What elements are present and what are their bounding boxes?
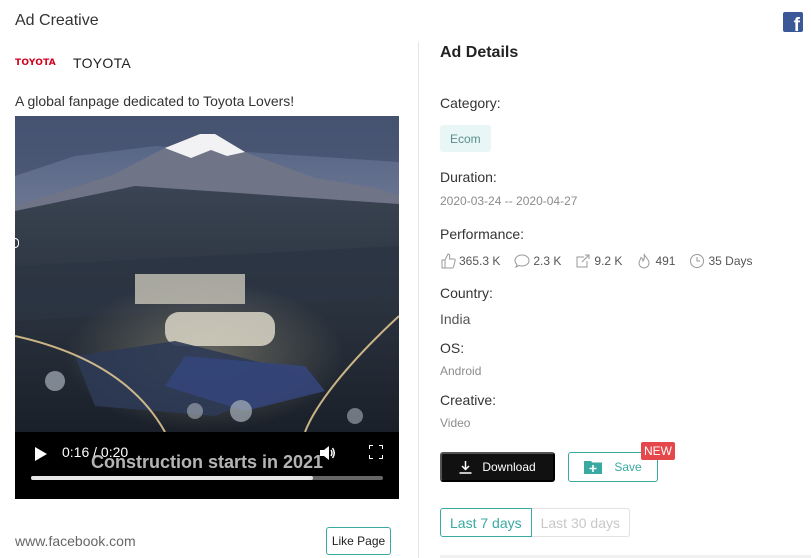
advertiser-row: TOYOTA TOYOTA: [15, 54, 131, 72]
creative-column: TOYOTA TOYOTA A global fanpage dedicated…: [0, 0, 418, 558]
download-label: Download: [482, 460, 536, 474]
thumbs-up-icon: [441, 253, 456, 269]
download-icon: [459, 460, 472, 474]
category-tag: Ecom: [440, 125, 491, 152]
creative-label: Creative:: [440, 392, 497, 408]
tab-last-30-days[interactable]: Last 30 days: [531, 508, 630, 537]
comments-stat: 2.3 K: [514, 253, 561, 269]
facebook-icon[interactable]: f: [783, 12, 803, 32]
clock-icon: [690, 254, 705, 268]
toyota-logo: TOYOTA: [15, 58, 56, 68]
share-icon: [576, 254, 590, 268]
shares-value: 9.2 K: [594, 254, 623, 268]
category-label: Category:: [440, 95, 501, 111]
popularity-value: 491: [655, 254, 676, 268]
country-label: Country:: [440, 285, 493, 301]
likes-stat: 365.3 K: [440, 253, 500, 269]
video-progress-fill: [31, 476, 313, 480]
save-label: Save: [614, 460, 642, 474]
ad-details-title: Ad Details: [440, 44, 519, 61]
new-badge: NEW: [641, 442, 675, 460]
tab-last-7-days[interactable]: Last 7 days: [440, 508, 532, 537]
video-caption: Construction starts in 2021: [90, 452, 324, 472]
days-stat: 35 Days: [689, 253, 753, 269]
shares-stat: 9.2 K: [575, 253, 622, 269]
download-button[interactable]: Download: [440, 452, 555, 482]
landing-site-link[interactable]: www.facebook.com: [15, 533, 136, 549]
performance-label: Performance:: [440, 226, 525, 242]
popularity-stat: 491: [636, 253, 675, 269]
video-progress-bar[interactable]: [31, 476, 383, 480]
column-divider: [418, 42, 419, 558]
advertiser-name[interactable]: TOYOTA: [73, 55, 131, 71]
flame-icon: [638, 253, 650, 269]
comments-value: 2.3 K: [533, 254, 562, 268]
like-page-button[interactable]: Like Page: [326, 527, 391, 555]
duration-value: 2020-03-24 -- 2020-04-27: [440, 194, 578, 208]
video-player[interactable]: 0:16 / 0:20 Construction starts in 2021: [15, 116, 399, 499]
duration-label: Duration:: [440, 169, 497, 185]
country-value: India: [440, 311, 471, 327]
os-label: OS:: [440, 340, 465, 356]
ad-copy-text: A global fanpage dedicated to Toyota Lov…: [15, 93, 295, 109]
days-value: 35 Days: [708, 254, 753, 268]
performance-stats: 365.3 K 2.3 K 9.2 K 491 35 Days: [440, 252, 767, 270]
date-range-tabs: Last 7 days Last 30 days: [440, 508, 630, 537]
comment-icon: [514, 254, 530, 269]
folder-plus-icon: [584, 461, 603, 474]
creative-value: Video: [440, 416, 471, 430]
os-value: Android: [440, 364, 482, 378]
likes-value: 365.3 K: [459, 254, 501, 268]
